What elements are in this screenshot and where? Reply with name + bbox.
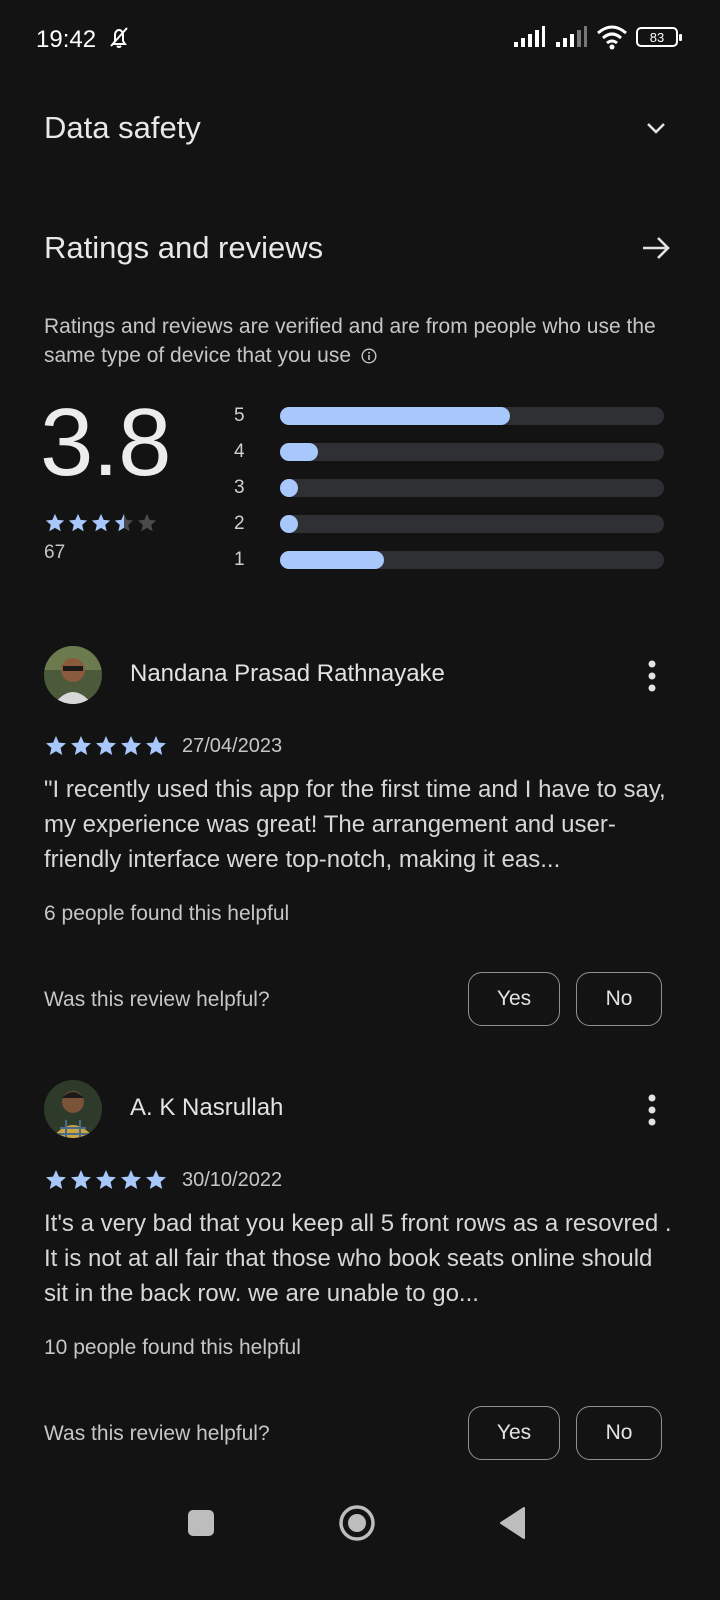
rating-distribution: 5 4 3 2 1 [232, 398, 664, 578]
rating-bar-label: 4 [234, 441, 245, 462]
star-icon [46, 736, 66, 755]
average-rating: 3.8 [40, 389, 171, 496]
reviewer-name: A. K Nasrullah [130, 1094, 284, 1121]
rating-bar-track [280, 515, 664, 533]
rating-bar-row: 4 [232, 434, 664, 470]
rating-count: 67 [44, 542, 66, 563]
rating-bar-row: 5 [232, 398, 664, 434]
star-icon [114, 513, 134, 532]
review-meta: 27/04/2023 [44, 734, 282, 758]
helpful-question: Was this review helpful? [44, 1422, 270, 1445]
helpful-no-button[interactable]: No [576, 972, 662, 1026]
rating-bar-fill [280, 443, 319, 461]
star-icon [68, 513, 88, 532]
battery-icon: 83 [636, 27, 682, 47]
review-date: 30/10/2022 [182, 1168, 283, 1191]
helpful-yes-button[interactable]: Yes [468, 1406, 560, 1460]
status-time: 19:42 [36, 26, 97, 53]
wifi-icon [597, 25, 627, 50]
rating-bar-row: 2 [232, 506, 664, 542]
rating-bar-fill [280, 479, 298, 497]
rating-bar-label: 3 [234, 477, 245, 498]
star-icon [96, 1170, 116, 1189]
back-triangle-icon[interactable] [498, 1506, 526, 1540]
star-icon [121, 736, 141, 755]
review-date: 27/04/2023 [182, 734, 283, 757]
review-stars [44, 1168, 168, 1192]
rating-bar-label: 5 [234, 405, 245, 426]
data-safety-title: Data safety [44, 110, 201, 145]
info-icon[interactable] [361, 348, 377, 364]
star-icon [146, 1170, 166, 1189]
system-nav-bar [0, 1484, 720, 1564]
avatar [44, 1080, 102, 1138]
star-icon [91, 513, 111, 532]
rating-bar-row: 3 [232, 470, 664, 506]
verified-note: Ratings and reviews are verified and are… [44, 312, 684, 370]
ratings-title: Ratings and reviews [44, 230, 324, 265]
average-stars [44, 512, 158, 534]
review-card: Nandana Prasad Rathnayake 27/04/2023 "I … [44, 646, 676, 1036]
rating-bar-fill [280, 407, 511, 425]
star-icon [121, 1170, 141, 1189]
helpful-count: 10 people found this helpful [44, 1336, 301, 1359]
star-icon [45, 513, 65, 532]
chevron-down-icon[interactable] [636, 108, 676, 148]
signal-icon [514, 26, 545, 47]
data-safety-row[interactable]: Data safety [44, 104, 676, 152]
helpful-count: 6 people found this helpful [44, 902, 290, 925]
star-icon [146, 736, 166, 755]
review-text[interactable]: "I recently used this app for the first … [44, 772, 676, 877]
status-bar: 19:42 83 [0, 0, 720, 80]
review-card: A. K Nasrullah 30/10/2022 It's a very ba… [44, 1080, 676, 1470]
home-circle-icon[interactable] [338, 1504, 376, 1542]
helpful-no-button[interactable]: No [576, 1406, 662, 1460]
star-icon [71, 1170, 91, 1189]
more-options-icon[interactable] [642, 1090, 662, 1130]
star-icon [71, 736, 91, 755]
verified-text: Ratings and reviews are verified and are… [44, 315, 656, 367]
rating-bar-track [280, 443, 664, 461]
reviewer-name: Nandana Prasad Rathnayake [130, 660, 445, 687]
star-icon [96, 736, 116, 755]
rating-bar-track [280, 407, 664, 425]
rating-bar-track [280, 479, 664, 497]
avatar [44, 646, 102, 704]
review-text[interactable]: It's a very bad that you keep all 5 fron… [44, 1206, 676, 1311]
rating-bar-label: 2 [234, 513, 245, 534]
star-icon [137, 513, 157, 532]
more-options-icon[interactable] [642, 656, 662, 696]
rating-bar-row: 1 [232, 542, 664, 578]
rating-bar-fill [280, 515, 298, 533]
rating-bar-fill [280, 551, 384, 569]
ratings-header[interactable]: Ratings and reviews [44, 224, 676, 272]
helpful-yes-button[interactable]: Yes [468, 972, 560, 1026]
review-stars [44, 734, 168, 758]
star-icon [46, 1170, 66, 1189]
rating-bar-track [280, 551, 664, 569]
alarm-off-icon [110, 27, 128, 48]
recents-square-icon[interactable] [188, 1510, 214, 1536]
helpful-question: Was this review helpful? [44, 988, 270, 1011]
review-meta: 30/10/2022 [44, 1168, 282, 1192]
rating-bar-label: 1 [234, 549, 245, 570]
signal-icon [556, 26, 587, 47]
arrow-right-icon[interactable] [636, 228, 676, 268]
battery-level: 83 [649, 29, 665, 45]
